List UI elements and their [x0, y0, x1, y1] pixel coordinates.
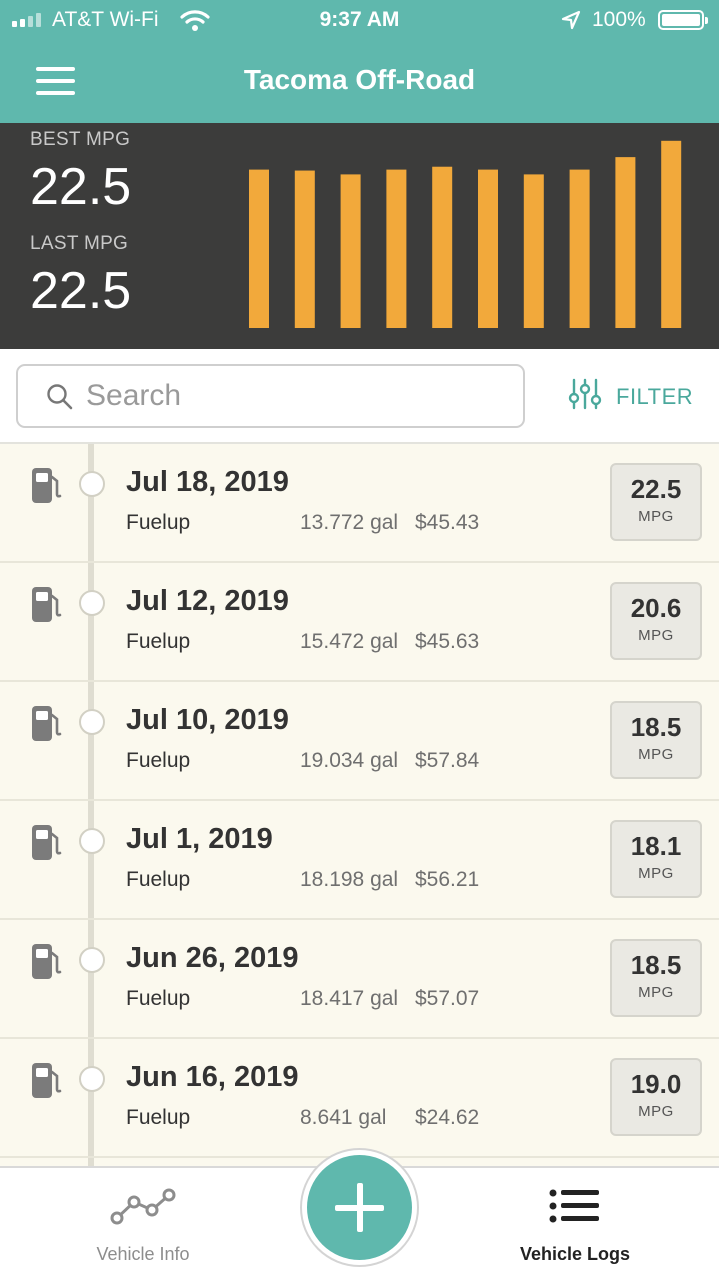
mpg-bar: [661, 140, 682, 328]
entry-gallons: 15.472 gal: [300, 630, 399, 653]
best-mpg-value: 22.5: [30, 158, 132, 216]
entry-gallons: 8.641 gal: [300, 1106, 387, 1129]
tab-vehicle-logs[interactable]: Vehicle Logs: [475, 1168, 675, 1279]
mpg-bar: [340, 174, 361, 328]
location-arrow-icon: [560, 9, 582, 36]
log-entry-row[interactable]: Jun 26, 2019 Fuelup 18.417 gal $57.07 18…: [0, 920, 719, 1039]
fuel-pump-icon: [31, 941, 63, 986]
entry-gallons: 18.198 gal: [300, 868, 399, 891]
mpg-value: 18.1: [630, 831, 682, 861]
timeline-dot: [79, 709, 105, 735]
mpg-unit: MPG: [638, 508, 674, 525]
tab-vehicle-info[interactable]: Vehicle Info: [43, 1168, 243, 1279]
sliders-icon: [568, 378, 602, 416]
entry-gallons: 13.772 gal: [300, 511, 399, 534]
log-entry-row[interactable]: Jul 1, 2019 Fuelup 18.198 gal $56.21 18.…: [0, 801, 719, 920]
last-mpg-label: LAST MPG: [30, 233, 129, 254]
search-row: FILTER: [0, 349, 719, 444]
mpg-value: 18.5: [630, 950, 682, 980]
fuel-pump-icon: [31, 822, 63, 867]
mpg-unit: MPG: [638, 746, 674, 763]
mpg-value: 20.6: [630, 593, 682, 623]
filter-label: FILTER: [616, 384, 694, 409]
tab-vehicle-logs-label: Vehicle Logs: [519, 1244, 631, 1264]
mpg-badge: 19.0 MPG: [610, 1058, 702, 1136]
entry-date: Jul 1, 2019: [126, 823, 273, 855]
mpg-value: 18.5: [630, 712, 682, 742]
filter-button[interactable]: FILTER: [568, 377, 693, 417]
mpg-bar: [615, 157, 636, 328]
mpg-badge: 18.1 MPG: [610, 820, 702, 898]
line-graph-icon: [43, 1188, 243, 1226]
log-entry-row[interactable]: Jul 12, 2019 Fuelup 15.472 gal $45.63 20…: [0, 563, 719, 682]
page-title: Tacoma Off-Road: [243, 64, 476, 95]
mpg-badge: 20.6 MPG: [610, 582, 702, 660]
entry-cost: $57.07: [415, 987, 480, 1010]
entry-date: Jul 12, 2019: [126, 585, 289, 617]
mpg-unit: MPG: [638, 865, 674, 882]
mpg-value: 22.5: [630, 474, 682, 504]
mpg-bar: [569, 169, 590, 328]
mpg-unit: MPG: [638, 984, 674, 1001]
mpg-bar: [432, 166, 453, 328]
fuel-pump-icon: [31, 1060, 63, 1105]
entry-cost: $57.84: [415, 749, 480, 772]
timeline-dot: [79, 590, 105, 616]
tab-vehicle-info-label: Vehicle Info: [96, 1244, 190, 1264]
entry-cost: $45.43: [415, 511, 480, 534]
log-entry-row[interactable]: Jul 10, 2019 Fuelup 19.034 gal $57.84 18…: [0, 682, 719, 801]
fuel-pump-icon: [31, 703, 63, 748]
fuel-pump-icon: [31, 584, 63, 629]
fuel-pump-icon: [31, 465, 63, 510]
entry-type: Fuelup: [126, 511, 191, 534]
mpg-bar: [478, 169, 498, 328]
mpg-bar: [386, 169, 407, 328]
add-entry-button[interactable]: [302, 1150, 417, 1265]
search-input[interactable]: [86, 376, 506, 416]
entry-date: Jul 18, 2019: [126, 466, 289, 498]
entry-gallons: 18.417 gal: [300, 987, 399, 1010]
battery-icon: [658, 10, 708, 30]
mpg-bar: [294, 170, 315, 328]
entry-date: Jul 10, 2019: [126, 704, 289, 736]
status-bar: AT&T Wi-Fi 9:37 AM 100%: [0, 0, 719, 40]
mpg-bar: [249, 169, 269, 328]
list-icon: [475, 1188, 675, 1224]
nav-bar: Tacoma Off-Road: [0, 40, 719, 123]
entry-cost: $45.63: [415, 630, 480, 653]
search-box[interactable]: [16, 364, 525, 428]
mpg-unit: MPG: [638, 627, 674, 644]
entry-type: Fuelup: [126, 868, 191, 891]
timeline-dot: [79, 828, 105, 854]
timeline-dot: [79, 1066, 105, 1092]
mpg-unit: MPG: [638, 1103, 674, 1120]
mpg-summary: BEST MPG 22.5 LAST MPG 22.5: [0, 123, 719, 349]
log-entry-row[interactable]: Jun 16, 2019 Fuelup 8.641 gal $24.62 19.…: [0, 1039, 719, 1158]
mpg-bar: [523, 174, 544, 328]
mpg-badge: 22.5 MPG: [610, 463, 702, 541]
entry-type: Fuelup: [126, 630, 191, 653]
timeline-dot: [79, 947, 105, 973]
plus-icon: [307, 1155, 412, 1260]
vehicle-log-list: Jul 18, 2019 Fuelup 13.772 gal $45.43 22…: [0, 444, 719, 1166]
mpg-badge: 18.5 MPG: [610, 701, 702, 779]
entry-gallons: 19.034 gal: [300, 749, 399, 772]
best-mpg-label: BEST MPG: [30, 129, 131, 150]
mpg-bar-chart: [249, 140, 682, 328]
entry-date: Jun 16, 2019: [126, 1061, 299, 1093]
entry-type: Fuelup: [126, 987, 191, 1010]
entry-cost: $24.62: [415, 1106, 480, 1129]
last-mpg-value: 22.5: [30, 262, 132, 320]
search-icon: [46, 383, 74, 416]
log-entry-row[interactable]: Jul 18, 2019 Fuelup 13.772 gal $45.43 22…: [0, 444, 719, 563]
entry-type: Fuelup: [126, 749, 191, 772]
mpg-badge: 18.5 MPG: [610, 939, 702, 1017]
entry-cost: $56.21: [415, 868, 480, 891]
entry-type: Fuelup: [126, 1106, 191, 1129]
entry-date: Jun 26, 2019: [126, 942, 299, 974]
mpg-value: 19.0: [630, 1069, 682, 1099]
battery-percent: 100%: [592, 8, 646, 31]
timeline-dot: [79, 471, 105, 497]
